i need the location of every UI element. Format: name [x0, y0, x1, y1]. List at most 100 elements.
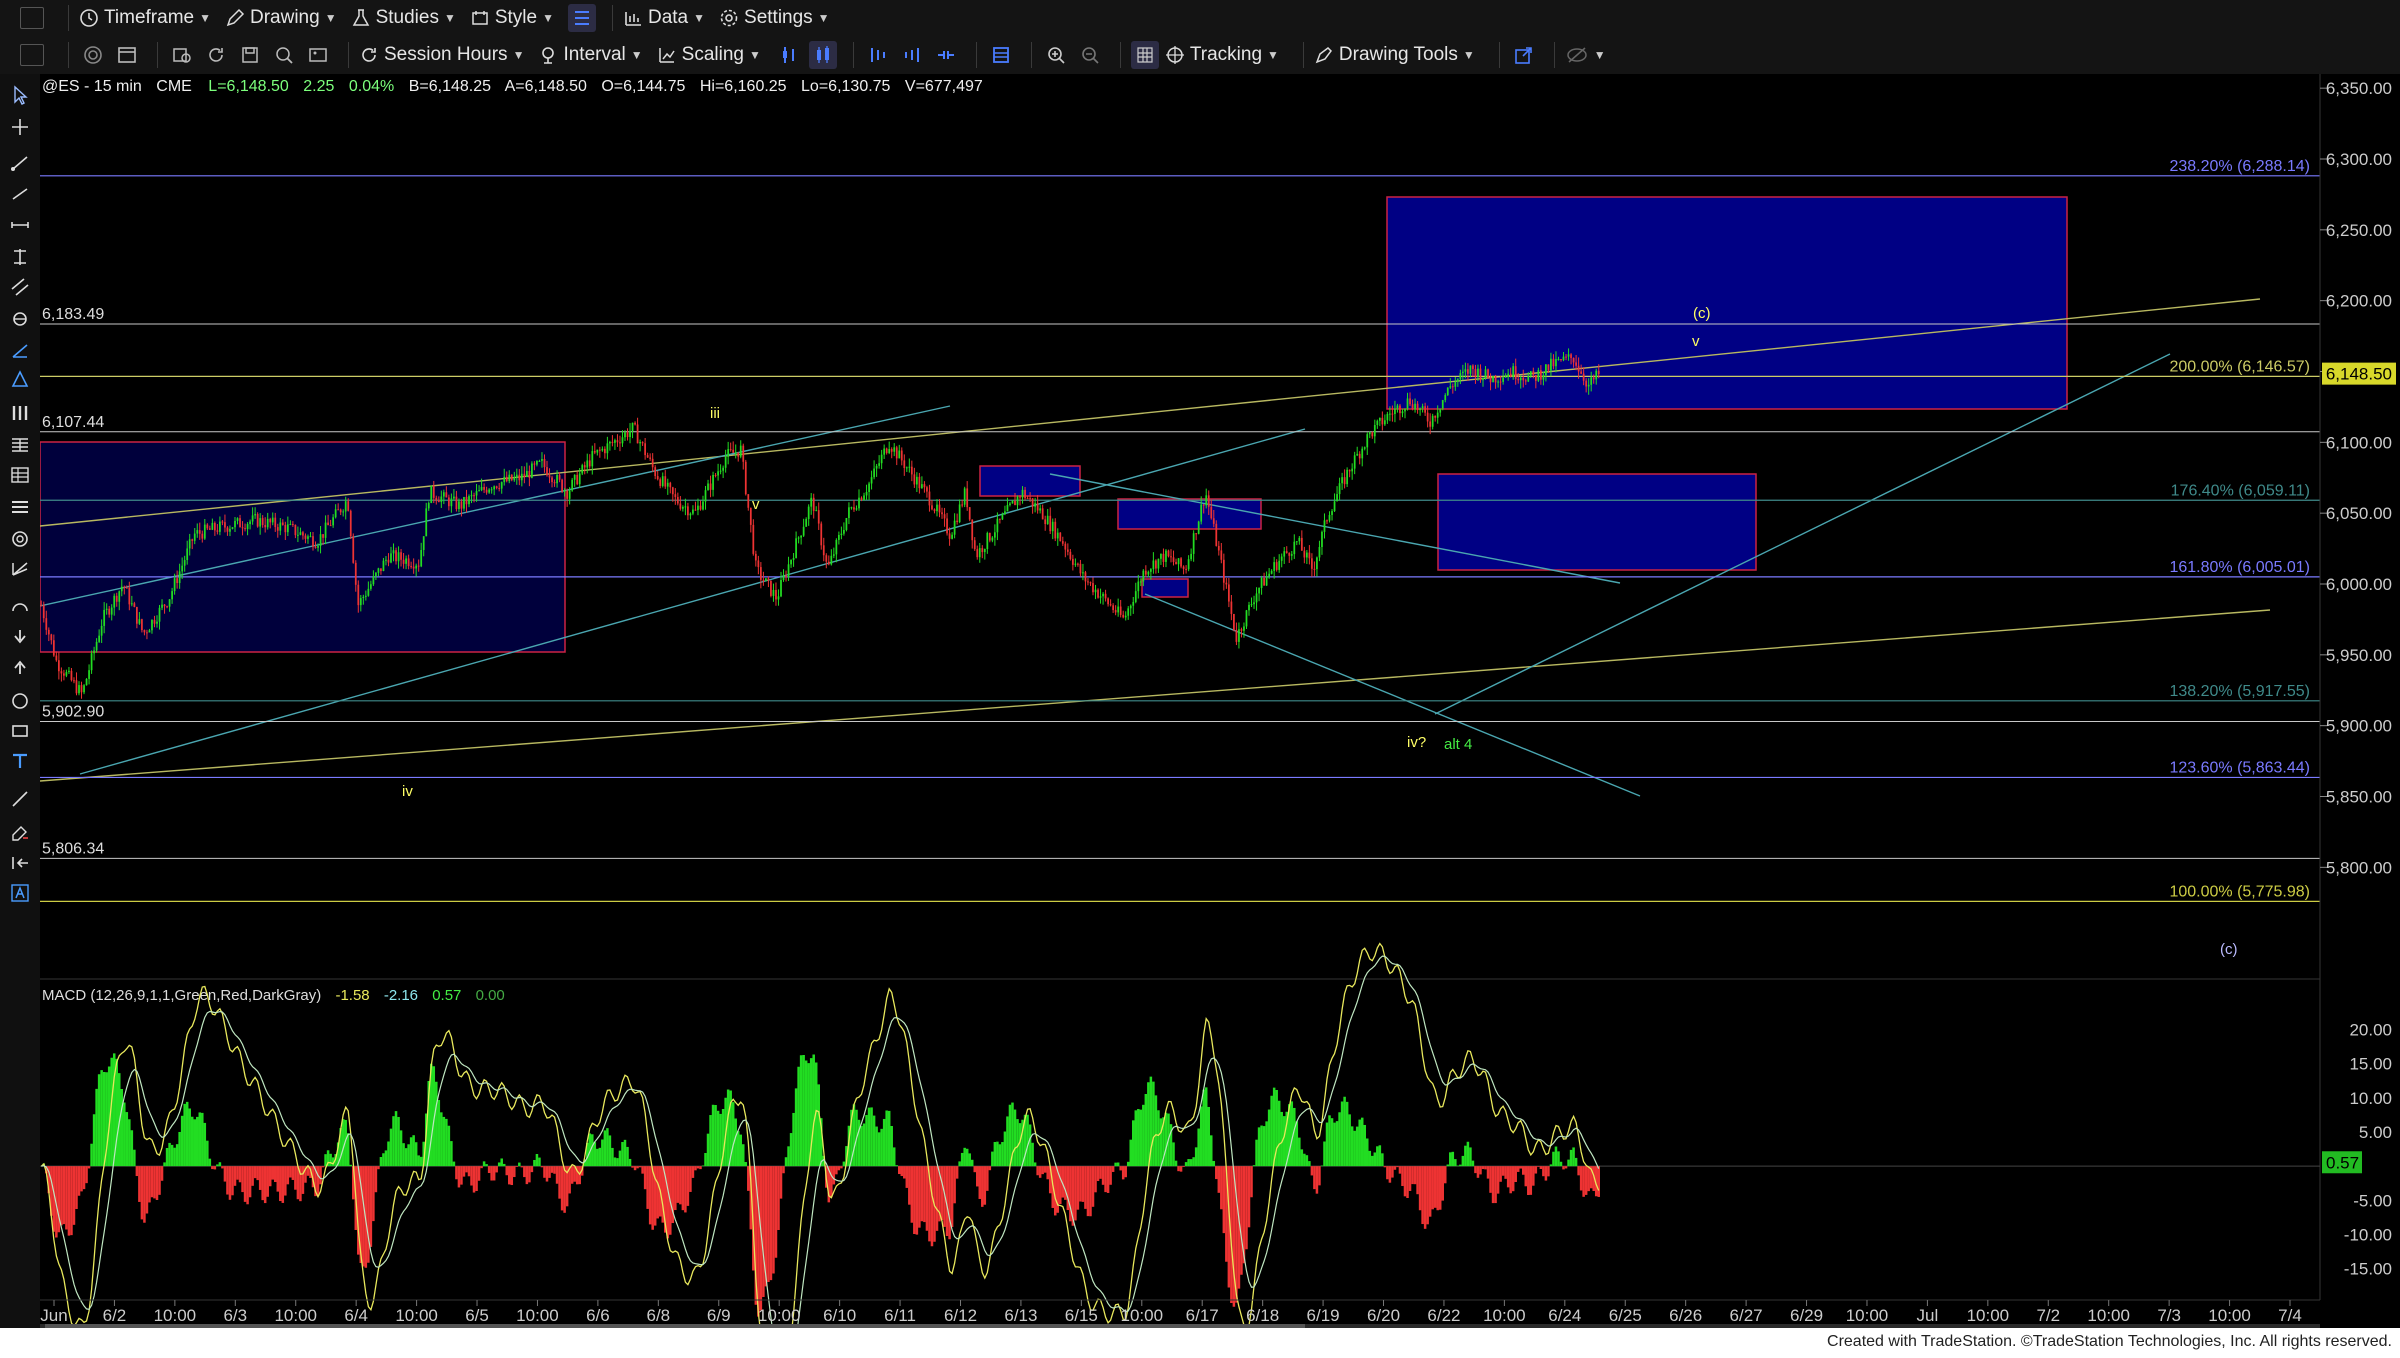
ellipse-tool-icon[interactable]: [6, 688, 34, 714]
crosshair-tool-icon[interactable]: [6, 114, 34, 140]
copyright-text: Created with TradeStation. ©TradeStation…: [1827, 1333, 2392, 1350]
candle-body: [314, 546, 317, 548]
refresh-icon[interactable]: [202, 41, 230, 69]
target-box-support[interactable]: [1437, 473, 1757, 571]
options-menu[interactable]: ▼: [1565, 45, 1606, 65]
fib-level-label: 138.20% (5,917.55): [2169, 683, 2310, 700]
save-icon[interactable]: [236, 41, 264, 69]
zoom-in-icon[interactable]: [1042, 41, 1070, 69]
interval-icon: [542, 47, 555, 64]
candle-body: [415, 565, 418, 569]
target-box-small-3[interactable]: [1141, 578, 1189, 598]
candle-body: [1300, 537, 1303, 551]
chart-window-icon[interactable]: [113, 41, 141, 69]
target-box-small-1[interactable]: [979, 465, 1081, 497]
candle-body: [1311, 558, 1313, 569]
scaling-label: Scaling: [681, 44, 744, 65]
toolbar-separator: [1119, 42, 1121, 68]
candle-body: [1318, 546, 1321, 558]
session-hours-menu[interactable]: Session Hours ▼: [359, 44, 524, 66]
speed-lines-tool-icon[interactable]: [6, 556, 34, 582]
chart-area[interactable]: @ES - 15 min CME L=6,148.50 2.25 0.04% B…: [40, 74, 2400, 1328]
rectangle-tool-icon[interactable]: [6, 718, 34, 744]
trendline-tool-icon[interactable]: [6, 150, 34, 176]
cycle-tool-icon[interactable]: [6, 306, 34, 332]
candle-body: [915, 476, 918, 485]
candle-body: [1293, 541, 1296, 555]
candle-body: [437, 500, 440, 503]
settings-menu[interactable]: Settings ▼: [719, 7, 830, 29]
scaling-icon: [658, 48, 675, 63]
font-tool-icon[interactable]: [6, 880, 34, 906]
candle-body: [1034, 503, 1037, 507]
pitchfork-tool-icon[interactable]: [6, 338, 34, 364]
candle-body: [835, 539, 838, 555]
candle-body: [968, 507, 971, 520]
candle-body: [1200, 504, 1203, 522]
pointer-tool-icon[interactable]: [6, 82, 34, 108]
candle-body: [573, 474, 576, 480]
erase-tool-icon[interactable]: [6, 818, 34, 844]
ray-tool-icon[interactable]: [6, 180, 34, 206]
horizontal-line-tool-icon[interactable]: [6, 212, 34, 238]
data-menu[interactable]: Data ▼: [623, 7, 705, 29]
candle-body: [762, 579, 765, 581]
candle-body: [221, 521, 224, 523]
candle-body: [279, 522, 282, 531]
candle-body: [1031, 498, 1034, 507]
space-right-icon[interactable]: [898, 41, 926, 69]
candle-body: [274, 517, 277, 528]
bar-style-icon[interactable]: [775, 41, 803, 69]
fib-tool-icon[interactable]: [6, 432, 34, 458]
window-square-icon[interactable]: [20, 44, 44, 66]
candle-body: [375, 572, 377, 577]
candle-body: [689, 513, 692, 516]
scaling-menu[interactable]: Scaling ▼: [657, 44, 761, 66]
drawing-tools-menu[interactable]: Drawing Tools ▼: [1314, 44, 1475, 66]
compress-icon[interactable]: [932, 41, 960, 69]
channel-tool-icon[interactable]: [6, 274, 34, 300]
candle-body: [98, 635, 101, 642]
gann-fan-tool-icon[interactable]: [6, 526, 34, 552]
vertical-line-tool-icon[interactable]: [6, 244, 34, 270]
window-square-icon[interactable]: [20, 7, 44, 29]
ruler-tool-icon[interactable]: [6, 786, 34, 812]
candle-body: [1180, 558, 1182, 567]
price-tick-label: 6,250.00: [2326, 221, 2392, 240]
target-box-left[interactable]: [40, 441, 566, 653]
space-left-icon[interactable]: [864, 41, 892, 69]
arc-tool-icon[interactable]: [6, 594, 34, 620]
lines-tool-icon[interactable]: [6, 494, 34, 520]
interval-menu[interactable]: Interval ▼: [538, 44, 643, 66]
zoom-out-icon[interactable]: [1076, 41, 1104, 69]
macd-value-1: -1.58: [335, 987, 369, 1004]
candle-body: [485, 489, 488, 493]
timeframe-menu[interactable]: Timeframe ▼: [79, 7, 211, 29]
table-tool-icon[interactable]: [6, 462, 34, 488]
symbol-link-icon[interactable]: [79, 41, 107, 69]
style-menu[interactable]: Style ▼: [470, 7, 554, 29]
symbol-lookup-icon[interactable]: [168, 41, 196, 69]
collapse-tool-icon[interactable]: [6, 850, 34, 876]
time-tick-label: 6/12: [944, 1306, 977, 1325]
target-box-small-2[interactable]: [1117, 498, 1262, 530]
link-toggle-icon[interactable]: [567, 4, 596, 32]
drawing-menu[interactable]: Drawing ▼: [225, 7, 337, 29]
arrow-up-tool-icon[interactable]: [6, 654, 34, 680]
arrow-down-tool-icon[interactable]: [6, 624, 34, 650]
tracking-menu[interactable]: Tracking ▼: [1165, 44, 1279, 66]
export-icon[interactable]: [1510, 41, 1538, 69]
high-price: Hi=6,160.25: [700, 78, 787, 95]
triangle-tool-icon[interactable]: [6, 366, 34, 392]
data-window-icon[interactable]: [987, 41, 1015, 69]
image-icon[interactable]: [304, 41, 332, 69]
studies-menu[interactable]: Studies ▼: [351, 7, 456, 29]
candle-body: [166, 606, 168, 608]
candlestick-style-icon[interactable]: [808, 41, 837, 69]
horizontal-level-label: 5,806.34: [42, 840, 104, 857]
text-tool-icon[interactable]: [6, 748, 34, 774]
candle-body: [40, 605, 43, 607]
grid-icon[interactable]: [1130, 41, 1159, 69]
bars-tool-icon[interactable]: [6, 400, 34, 426]
zoom-window-icon[interactable]: [270, 41, 298, 69]
